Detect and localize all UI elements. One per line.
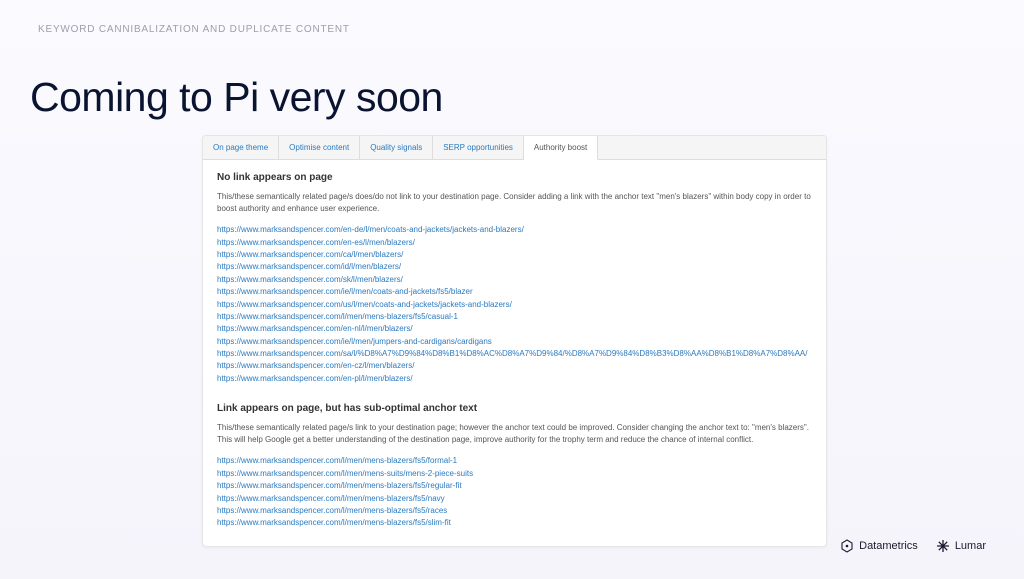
- section-description: This/these semantically related page/s d…: [217, 191, 812, 214]
- tab-serp-opportunities[interactable]: SERP opportunities: [433, 136, 524, 159]
- url-link[interactable]: https://www.marksandspencer.com/ca/l/men…: [217, 249, 812, 261]
- url-link[interactable]: https://www.marksandspencer.com/en-de/l/…: [217, 224, 812, 236]
- url-link[interactable]: https://www.marksandspencer.com/en-pl/l/…: [217, 373, 812, 385]
- url-link[interactable]: https://www.marksandspencer.com/l/men/me…: [217, 468, 812, 480]
- url-link[interactable]: https://www.marksandspencer.com/us/l/men…: [217, 299, 812, 311]
- section-suboptimal: Link appears on page, but has sub-optima…: [217, 403, 812, 530]
- brand-label: Datametrics: [859, 540, 918, 552]
- tab-bar: On page themeOptimise contentQuality sig…: [203, 136, 826, 160]
- section-description: This/these semantically related page/s l…: [217, 422, 812, 445]
- panel-content: No link appears on page This/these seman…: [203, 160, 826, 546]
- url-link[interactable]: https://www.marksandspencer.com/l/men/me…: [217, 505, 812, 517]
- url-link[interactable]: https://www.marksandspencer.com/l/men/me…: [217, 455, 812, 467]
- url-link[interactable]: https://www.marksandspencer.com/en-nl/l/…: [217, 323, 812, 335]
- url-link[interactable]: https://www.marksandspencer.com/ie/l/men…: [217, 336, 812, 348]
- section-heading: Link appears on page, but has sub-optima…: [217, 403, 812, 414]
- url-link[interactable]: https://www.marksandspencer.com/id/l/men…: [217, 261, 812, 273]
- datametrics-icon: [840, 539, 854, 553]
- brand-datametrics: Datametrics: [840, 539, 918, 553]
- slide-title: Coming to Pi very soon: [30, 74, 443, 121]
- section-heading: No link appears on page: [217, 172, 812, 183]
- url-link[interactable]: https://www.marksandspencer.com/l/men/me…: [217, 311, 812, 323]
- url-link[interactable]: https://www.marksandspencer.com/en-cz/l/…: [217, 360, 812, 372]
- brand-lumar: Lumar: [936, 539, 986, 553]
- tab-on-page-theme[interactable]: On page theme: [203, 136, 279, 159]
- tab-authority-boost[interactable]: Authority boost: [524, 136, 598, 160]
- url-link[interactable]: https://www.marksandspencer.com/sa/l/%D8…: [217, 348, 812, 360]
- brand-label: Lumar: [955, 540, 986, 552]
- tab-quality-signals[interactable]: Quality signals: [360, 136, 433, 159]
- url-link[interactable]: https://www.marksandspencer.com/ie/l/men…: [217, 286, 812, 298]
- url-link[interactable]: https://www.marksandspencer.com/en-es/l/…: [217, 237, 812, 249]
- link-list-suboptimal: https://www.marksandspencer.com/l/men/me…: [217, 455, 812, 529]
- slide-eyebrow: KEYWORD CANNIBALIZATION AND DUPLICATE CO…: [38, 24, 350, 35]
- section-no-link: No link appears on page This/these seman…: [217, 172, 812, 385]
- url-link[interactable]: https://www.marksandspencer.com/l/men/me…: [217, 493, 812, 505]
- footer-brands: Datametrics Lumar: [840, 539, 986, 553]
- link-list-no-link: https://www.marksandspencer.com/en-de/l/…: [217, 224, 812, 385]
- url-link[interactable]: https://www.marksandspencer.com/sk/l/men…: [217, 274, 812, 286]
- url-link[interactable]: https://www.marksandspencer.com/l/men/me…: [217, 517, 812, 529]
- report-panel: On page themeOptimise contentQuality sig…: [202, 135, 827, 547]
- tab-optimise-content[interactable]: Optimise content: [279, 136, 360, 159]
- lumar-icon: [936, 539, 950, 553]
- url-link[interactable]: https://www.marksandspencer.com/l/men/me…: [217, 480, 812, 492]
